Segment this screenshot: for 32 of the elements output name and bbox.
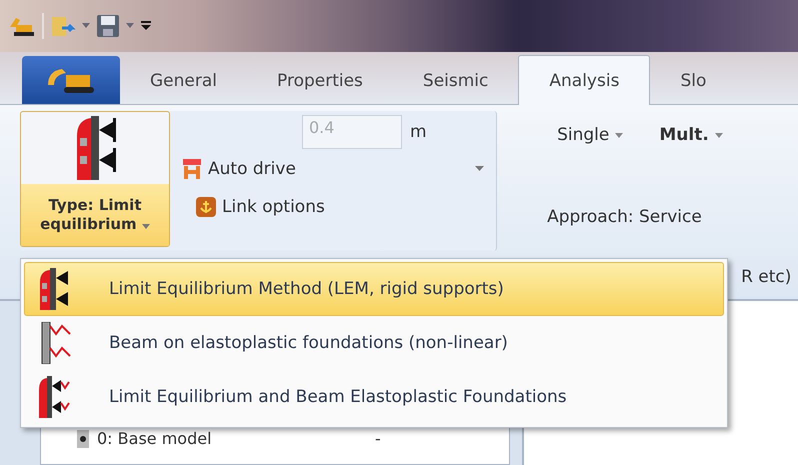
ribbon-tab[interactable]: General — [120, 58, 247, 104]
caret-icon — [615, 132, 624, 138]
approach-button[interactable]: Approach: Service — [517, 207, 786, 227]
menu-item[interactable]: Beam on elastoplastic foundations (non-linear) — [24, 316, 724, 370]
ribbon-tab[interactable]: Analysis — [518, 55, 650, 105]
app-menu-button[interactable] — [22, 56, 120, 104]
caret-icon — [142, 224, 150, 229]
table-cell: - — [375, 429, 381, 448]
link-options-button[interactable]: Link options — [182, 197, 488, 217]
ribbon-tab[interactable]: Seismic — [392, 58, 518, 104]
single-button[interactable]: Single — [557, 125, 624, 145]
caret-icon[interactable] — [475, 166, 484, 172]
save-icon[interactable] — [96, 14, 120, 38]
caret-icon[interactable] — [126, 23, 134, 29]
option-text: R etc) — [741, 267, 792, 287]
ribbon-tab[interactable]: Properties — [247, 58, 393, 104]
type-button[interactable]: Type: Limit equilibrium — [20, 111, 170, 247]
mult-button[interactable]: Mult. — [659, 125, 723, 145]
caret-icon — [714, 132, 723, 138]
excavator-icon[interactable] — [8, 15, 36, 37]
menu-item[interactable]: Limit Equilibrium Method (LEM, rigid supports) — [24, 262, 724, 316]
auto-icon — [182, 159, 202, 179]
unit-label: m — [410, 122, 427, 142]
ribbon-tab[interactable]: Slo — [650, 58, 736, 104]
wall-spring-icon — [38, 376, 72, 418]
tree-item[interactable]: 0: Base model — [97, 429, 367, 448]
anchor-icon — [196, 197, 216, 217]
caret-icon[interactable] — [82, 23, 90, 29]
auto-drive-button[interactable]: Auto drive — [182, 159, 296, 179]
menu-item[interactable]: Limit Equilibrium and Beam Elastoplastic Foundations — [24, 370, 724, 424]
customize-icon[interactable] — [140, 20, 152, 32]
node-icon — [77, 430, 89, 448]
